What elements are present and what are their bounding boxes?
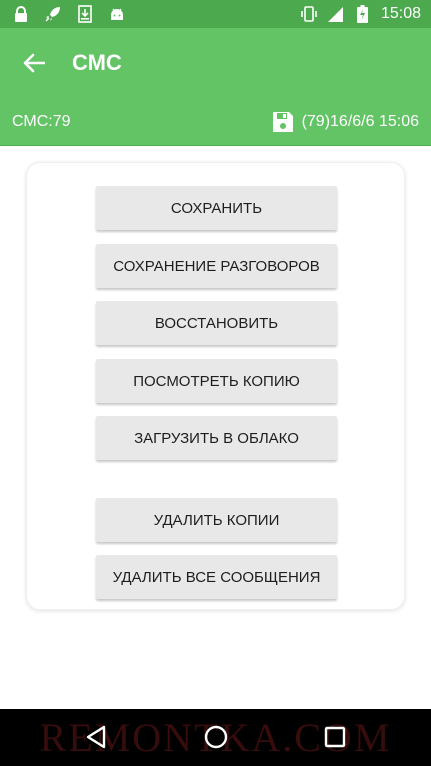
status-notification-icons xyxy=(0,5,126,23)
back-button[interactable] xyxy=(14,43,54,83)
signal-icon xyxy=(327,5,345,23)
page-title: СМС xyxy=(72,50,122,75)
download-icon xyxy=(76,5,94,23)
arrow-back-icon xyxy=(23,53,45,73)
rocket-icon xyxy=(44,5,62,23)
delete-all-messages-button[interactable]: УДАЛИТЬ ВСЕ СООБЩЕНИЯ xyxy=(96,555,337,599)
app-bar: СМС xyxy=(0,28,431,98)
back-triangle-icon xyxy=(86,725,106,749)
restore-button[interactable]: ВОССТАНОВИТЬ xyxy=(96,301,337,345)
actions-card: СОХРАНИТЬ СОХРАНЕНИЕ РАЗГОВОРОВ ВОССТАНО… xyxy=(26,162,405,610)
status-time: 15:08 xyxy=(380,5,421,22)
lock-icon xyxy=(12,5,30,23)
last-backup-info: (79)16/6/6 15:06 xyxy=(272,111,419,133)
nav-recents-button[interactable] xyxy=(317,721,353,753)
home-circle-icon xyxy=(204,725,228,749)
delete-copies-button[interactable]: УДАЛИТЬ КОПИИ xyxy=(96,498,337,542)
save-button[interactable]: СОХРАНИТЬ xyxy=(96,186,337,230)
nav-back-button[interactable] xyxy=(78,721,114,753)
status-bar: 15:08 xyxy=(0,0,431,28)
battery-charging-icon xyxy=(354,5,372,23)
view-copy-button[interactable]: ПОСМОТРЕТЬ КОПИЮ xyxy=(96,359,337,403)
upload-cloud-button[interactable]: ЗАГРУЗИТЬ В ОБЛАКО xyxy=(96,416,337,460)
status-system-icons: 15:08 xyxy=(300,5,431,23)
recents-square-icon xyxy=(324,726,346,748)
floppy-disk-icon xyxy=(272,111,293,132)
navigation-bar: REMONTKA.COM xyxy=(0,709,431,766)
save-conversations-button[interactable]: СОХРАНЕНИЕ РАЗГОВОРОВ xyxy=(96,244,337,288)
backup-info-bar: СМС:79 (79)16/6/6 15:06 xyxy=(0,98,431,146)
nav-home-button[interactable] xyxy=(198,721,234,753)
vibrate-icon xyxy=(300,5,318,23)
sms-count-label: СМС:79 xyxy=(12,112,71,130)
last-backup-text: (79)16/6/6 15:06 xyxy=(301,112,419,130)
android-icon xyxy=(108,5,126,23)
